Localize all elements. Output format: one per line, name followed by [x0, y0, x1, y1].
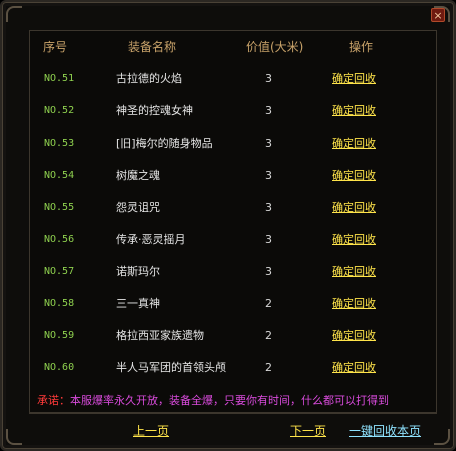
- table-row: NO.59 格拉西亚家族遗物 2 确定回收: [32, 318, 434, 350]
- row-item-name: 古拉德的火焰: [116, 72, 182, 85]
- table-row: NO.54 树魔之魂 3 确定回收: [32, 158, 434, 190]
- row-item-value: 3: [265, 72, 272, 85]
- row-item-value: 3: [265, 137, 272, 150]
- table-row: NO.56 传承·恶灵摇月 3 确定回收: [32, 222, 434, 254]
- table-row: NO.52 神圣的控魂女神 3 确定回收: [32, 93, 434, 125]
- recycle-button[interactable]: 确定回收: [332, 329, 376, 342]
- close-icon[interactable]: ×: [431, 8, 445, 22]
- row-item-name: 神圣的控魂女神: [116, 104, 193, 117]
- header-name: 装备名称: [128, 40, 177, 54]
- table-row: NO.58 三一真神 2 确定回收: [32, 286, 434, 318]
- recycle-button[interactable]: 确定回收: [332, 201, 376, 214]
- table-row: NO.57 诺斯玛尔 3 确定回收: [32, 254, 434, 286]
- table-row: NO.53 [旧]梅尔的随身物品 3 确定回收: [32, 126, 434, 158]
- row-number: NO.58: [44, 298, 75, 309]
- row-item-value: 2: [265, 297, 272, 310]
- row-number: NO.52: [44, 105, 75, 116]
- table-row: NO.55 怨灵诅咒 3 确定回收: [32, 190, 434, 222]
- notice-text: 本服爆率永久开放，装备全爆，只要你有时间，什么都可以打得到: [70, 394, 389, 407]
- frame-corner: [6, 6, 22, 22]
- recycle-button[interactable]: 确定回收: [332, 137, 376, 150]
- frame-corner: [434, 429, 450, 445]
- recycle-button[interactable]: 确定回收: [332, 72, 376, 85]
- row-item-name: 三一真神: [116, 297, 160, 310]
- row-item-name: [旧]梅尔的随身物品: [116, 137, 213, 150]
- row-item-value: 3: [265, 233, 272, 246]
- notice-label: 承诺：: [37, 394, 70, 407]
- recycle-button[interactable]: 确定回收: [332, 233, 376, 246]
- row-item-name: 格拉西亚家族遗物: [116, 329, 204, 342]
- row-item-name: 树魔之魂: [116, 169, 160, 182]
- row-number: NO.57: [44, 266, 75, 277]
- row-number: NO.60: [44, 362, 75, 373]
- table-row: NO.51 古拉德的火焰 3 确定回收: [32, 61, 434, 93]
- row-item-value: 2: [265, 329, 272, 342]
- row-item-value: 3: [265, 104, 272, 117]
- recycle-button[interactable]: 确定回收: [332, 361, 376, 374]
- row-item-value: 3: [265, 201, 272, 214]
- row-item-name: 半人马军团的首领头颅: [116, 361, 226, 374]
- recycle-button[interactable]: 确定回收: [332, 104, 376, 117]
- prev-page-link[interactable]: 上一页: [133, 422, 169, 439]
- header-seq: 序号: [43, 40, 68, 54]
- recycle-button[interactable]: 确定回收: [332, 265, 376, 278]
- row-item-value: 2: [265, 361, 272, 374]
- header-value: 价值(大米): [246, 40, 304, 54]
- table-row: NO.60 半人马军团的首领头颅 2 确定回收: [32, 350, 434, 382]
- frame-corner: [6, 429, 22, 445]
- row-number: NO.55: [44, 202, 75, 213]
- row-item-name: 诺斯玛尔: [116, 265, 160, 278]
- footer-divider: [29, 413, 437, 414]
- recycle-button[interactable]: 确定回收: [332, 169, 376, 182]
- header-action: 操作: [349, 40, 374, 54]
- row-number: NO.56: [44, 234, 75, 245]
- row-number: NO.53: [44, 138, 75, 149]
- row-item-value: 3: [265, 265, 272, 278]
- row-number: NO.54: [44, 170, 75, 181]
- row-item-name: 怨灵诅咒: [116, 201, 160, 214]
- row-number: NO.51: [44, 73, 75, 84]
- row-item-value: 3: [265, 169, 272, 182]
- recycle-button[interactable]: 确定回收: [332, 297, 376, 310]
- row-number: NO.59: [44, 330, 75, 341]
- notice-banner: 承诺：本服爆率永久开放，装备全爆，只要你有时间，什么都可以打得到: [37, 392, 389, 408]
- row-item-name: 传承·恶灵摇月: [116, 233, 186, 246]
- recycle-all-link[interactable]: 一键回收本页: [349, 422, 421, 439]
- next-page-link[interactable]: 下一页: [290, 422, 326, 439]
- recycle-window: × 序号 装备名称 价值(大米) 操作 NO.51 古拉德的火焰 3 确定回收 …: [0, 0, 456, 451]
